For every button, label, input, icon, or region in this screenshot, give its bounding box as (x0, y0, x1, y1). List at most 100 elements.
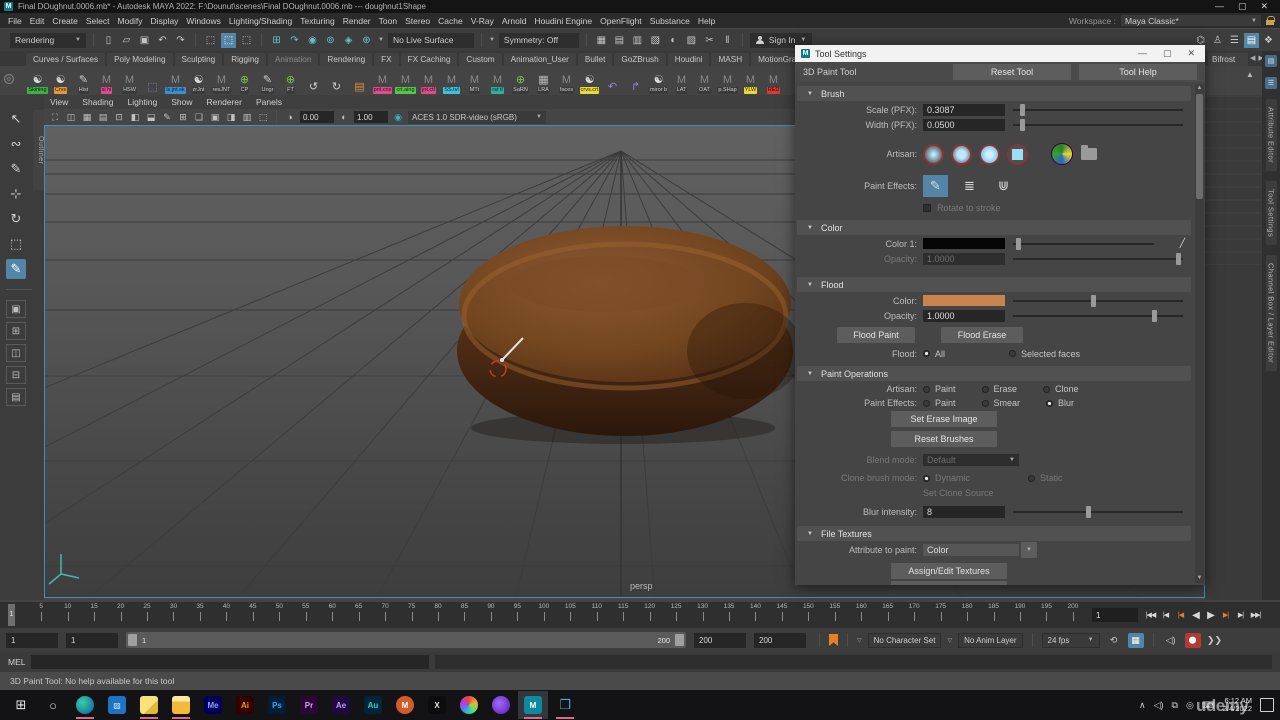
launch-render-icon[interactable]: ▨ (684, 33, 699, 48)
menu-item[interactable]: Stereo (405, 16, 430, 26)
select-camera-icon[interactable]: ⛶ (48, 111, 62, 124)
shelf-button[interactable]: M pnt.cns (371, 67, 394, 94)
shelf-button[interactable]: M YLW (739, 67, 762, 94)
view-transform-selector[interactable]: ACES 1.0 SDR-video (sRGB)▼ (408, 111, 546, 124)
step-forward-key-button[interactable]: ▶| (1219, 608, 1232, 622)
tray-mic-icon[interactable]: ◎ (1186, 700, 1194, 711)
paint-operations-section-header[interactable]: ▼Paint Operations (797, 366, 1191, 381)
clone-static-radio[interactable]: Static (1028, 473, 1063, 483)
shelf-button[interactable]: M HSW (118, 67, 141, 94)
rotate-tool-icon[interactable]: ↻ (6, 209, 26, 229)
select-hierarchy-icon[interactable]: ⬚ (203, 33, 218, 48)
grid-toggle-icon[interactable]: ⊞ (176, 111, 190, 124)
shelf-tab[interactable]: Custom (459, 53, 501, 66)
select-object-icon[interactable]: ⬚ (221, 33, 236, 48)
move-tool-icon[interactable]: ⊹ (6, 184, 26, 204)
workspace-lock-icon[interactable] (1266, 16, 1274, 25)
menu-item[interactable]: Arnold (502, 16, 527, 26)
shelf-button[interactable]: M OAT (693, 67, 716, 94)
panel-menu-item[interactable]: Show (171, 97, 192, 107)
menu-item[interactable]: Lighting/Shading (229, 16, 292, 26)
channel-box-icon[interactable]: ❖ (1261, 33, 1276, 48)
artisan-brush-solid-icon[interactable] (979, 144, 1000, 165)
shelf-button[interactable]: ☯ zrJnt (187, 67, 210, 94)
snap-point-icon[interactable]: ◉ (305, 33, 320, 48)
shelf-button[interactable]: ↱ (624, 67, 647, 94)
flood-section-header[interactable]: ▼Flood (797, 277, 1191, 292)
resolution-gate-icon[interactable]: ▣ (208, 111, 222, 124)
panel-menu-item[interactable]: View (50, 97, 68, 107)
shelf-gear-icon[interactable]: ⚙ (4, 74, 14, 84)
sidebar-vertical-tab[interactable]: Tool Settings (1266, 181, 1277, 245)
camera-attributes-icon[interactable]: ▦ (80, 111, 94, 124)
panel-menu-item[interactable]: Lighting (127, 97, 157, 107)
shelf-tab[interactable]: Poly Modeling (107, 53, 172, 66)
shelf-tab[interactable]: Houdini (668, 53, 710, 66)
fps-selector[interactable]: 24 fps▼ (1042, 633, 1100, 648)
notification-center-icon[interactable] (1260, 698, 1274, 712)
ts-minimize-button[interactable]: — (1138, 48, 1147, 59)
set-clone-source-button[interactable]: Set Clone Source (923, 488, 994, 498)
sidebar-vertical-tab[interactable]: Attribute Editor (1266, 99, 1277, 171)
anim-layer-selector[interactable]: No Anim Layer (958, 633, 1022, 648)
paint-select-tool-icon[interactable]: ✎ (6, 159, 26, 179)
shelf-tab[interactable]: FX Caching (401, 53, 458, 66)
x-app[interactable]: X (422, 691, 452, 719)
shelf-tab[interactable]: Animation (268, 53, 318, 66)
play-forward-button[interactable]: ▶ (1204, 608, 1217, 622)
menu-item[interactable]: Texturing (300, 16, 335, 26)
snap-projected-center-icon[interactable]: ⊚ (323, 33, 338, 48)
flood-all-radio[interactable]: All (923, 349, 945, 359)
start-button[interactable]: ⊞ (6, 691, 36, 719)
pfx-brush-icon[interactable]: ✎ (923, 175, 948, 197)
menu-item[interactable]: Houdini Engine (534, 16, 592, 26)
render-sequence-icon[interactable]: ▧ (648, 33, 663, 48)
snap-curve-icon[interactable]: ↷ (287, 33, 302, 48)
shelf-tab[interactable]: Curves / Surfaces (26, 53, 105, 66)
shelf-button[interactable]: ✎ Ungr (256, 67, 279, 94)
snap-view-plane-icon[interactable]: ◈ (341, 33, 356, 48)
file-explorer-app[interactable] (166, 691, 196, 719)
tray-network-icon[interactable]: ⧉ (1172, 700, 1178, 711)
flood-selected-faces-radio[interactable]: Selected faces (1009, 349, 1080, 359)
media-encoder-app[interactable]: Me (198, 691, 228, 719)
playback-range-bar[interactable]: 1 200 (126, 632, 686, 648)
new-scene-icon[interactable]: ▯ (101, 33, 116, 48)
shelf-tab-bifrost[interactable]: Bifrost (1208, 53, 1248, 66)
color-opacity-field[interactable]: 1.0000 (923, 253, 1005, 265)
menu-item[interactable]: Edit (30, 16, 45, 26)
make-live-icon[interactable]: ⊕ (359, 33, 374, 48)
shelf-button[interactable]: M crt.aing (394, 67, 417, 94)
menu-item[interactable]: Render (343, 16, 371, 26)
shelf-button[interactable]: M SS.tvl (440, 67, 463, 94)
layout-single-pane-icon[interactable]: ▣ (6, 300, 26, 318)
shelf-tab[interactable]: GoZBrush (614, 53, 665, 66)
shelf-button[interactable]: ✎ Hist (72, 67, 95, 94)
photoshop-app[interactable]: Ps (262, 691, 292, 719)
shelf-up-arrow-icon[interactable]: ▲ (1246, 70, 1254, 79)
command-language-label[interactable]: MEL (8, 657, 25, 667)
mute-audio-icon[interactable]: ◁) (1163, 633, 1179, 648)
current-frame-field[interactable]: 1 (1092, 608, 1138, 622)
step-forward-frame-button[interactable]: ▶| (1234, 608, 1247, 622)
shelf-button[interactable]: M ls.jnt.sk (164, 67, 187, 94)
playback-end-field[interactable]: 200 (694, 633, 746, 648)
shelf-button[interactable]: M resJNT (210, 67, 233, 94)
shelf-button[interactable]: M p.SHap (716, 67, 739, 94)
redo-icon[interactable]: ↷ (173, 33, 188, 48)
range-start-handle[interactable] (128, 634, 137, 646)
shelf-button[interactable]: M rst tl (486, 67, 509, 94)
command-input[interactable] (31, 655, 429, 669)
shelf-button[interactable]: ☯ Skining (26, 67, 49, 94)
tool-settings-icon[interactable]: ▤ (1244, 33, 1259, 48)
artisan-paint-radio[interactable]: Paint (923, 384, 956, 394)
bookmark-icon[interactable]: ▤ (96, 111, 110, 124)
image-plane-icon[interactable]: ⊡ (112, 111, 126, 124)
shelf-button[interactable]: ▦ LRA (532, 67, 555, 94)
play-backwards-button[interactable]: ◀ (1189, 608, 1202, 622)
shelf-tab[interactable]: Rigging (224, 53, 266, 66)
sidebar-icon[interactable]: ▤ (1265, 55, 1277, 67)
menu-item[interactable]: V-Ray (471, 16, 494, 26)
two-d-pan-zoom-icon[interactable]: ◧ (128, 111, 142, 124)
shelf-button[interactable]: M LAT (670, 67, 693, 94)
